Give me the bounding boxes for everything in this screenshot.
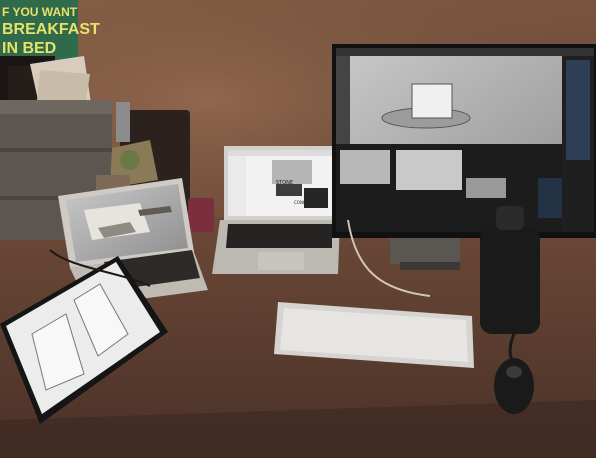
laptop-center: STONE CONCRETE xyxy=(212,146,340,274)
speaker-icon xyxy=(188,198,214,232)
poster-line1: F YOU WANT xyxy=(2,5,78,19)
desk-photo: F YOU WANT BREAKFAST IN BED STONE CONCRE… xyxy=(0,0,596,458)
screen-label-bottom: CONCRETE xyxy=(294,200,316,205)
poster-line2: BREAKFAST xyxy=(2,21,100,38)
monitor xyxy=(332,44,596,270)
screen-label-top: STONE xyxy=(276,180,293,186)
mouse xyxy=(494,358,534,414)
poster-line3: IN BED xyxy=(2,40,56,57)
